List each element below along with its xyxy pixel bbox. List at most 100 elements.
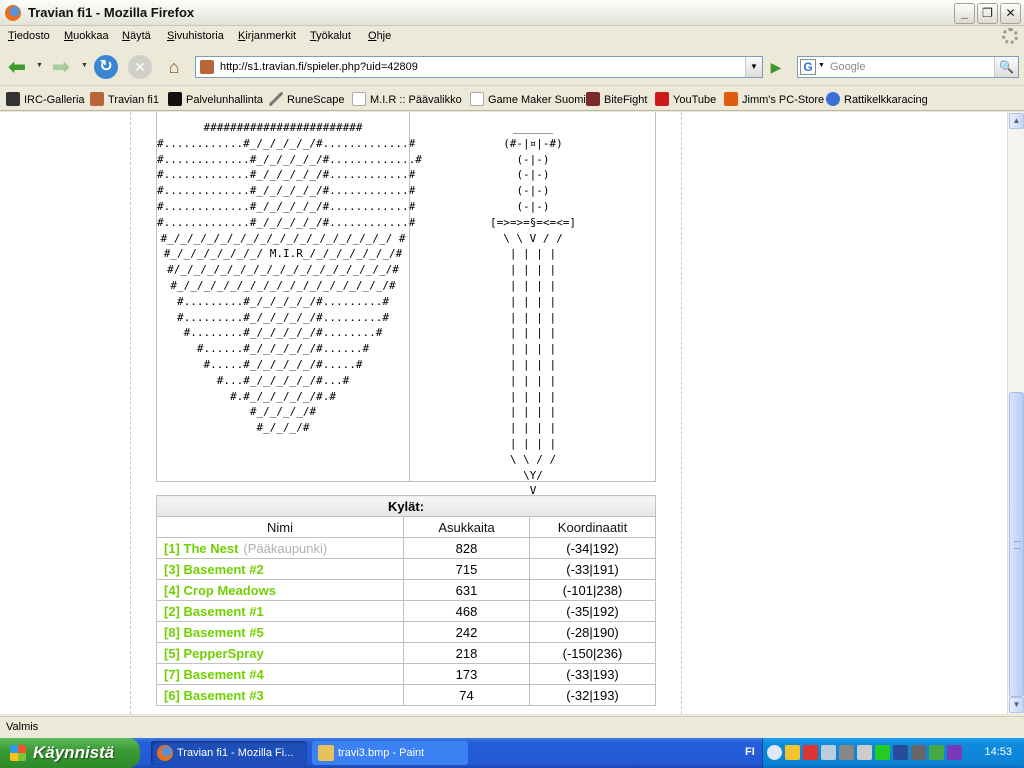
village-link[interactable]: [2] Basement #1 [164, 604, 264, 619]
url-text[interactable]: http://s1.travian.fi/spieler.php?uid=428… [220, 61, 418, 73]
village-link[interactable]: [4] Crop Meadows [164, 583, 276, 598]
village-link[interactable]: [3] Basement #2 [164, 562, 264, 577]
disconnected-icon[interactable] [839, 745, 854, 760]
bookmark-bitefight[interactable]: BiteFight [586, 92, 647, 106]
village-name-cell: [7] Basement #4 [156, 663, 404, 685]
menu-file[interactable]: Tiedosto [8, 30, 50, 42]
scroll-down-button[interactable]: ▼ [1009, 697, 1024, 713]
clock[interactable]: 14:53 [984, 746, 1012, 758]
table-row: [4] Crop Meadows 631 (-101|238) [156, 579, 656, 601]
village-link[interactable]: [5] PepperSpray [164, 646, 264, 661]
title-bar: Travian fi1 - Mozilla Firefox _ ❐ ✕ [0, 0, 1024, 26]
table-row: [5] PepperSpray 218 (-150|236) [156, 642, 656, 664]
maximize-button[interactable]: ❐ [977, 3, 998, 24]
village-link[interactable]: [7] Basement #4 [164, 667, 264, 682]
table-row: [8] Basement #5 242 (-28|190) [156, 621, 656, 643]
forward-button[interactable]: ➡ [48, 54, 74, 80]
home-button[interactable]: ⌂ [161, 54, 187, 80]
menu-tools[interactable]: Työkalut [310, 30, 351, 42]
driver-icon[interactable] [857, 745, 872, 760]
population-cell: 715 [403, 558, 530, 580]
site-favicon-icon [200, 60, 214, 74]
forward-history-dropdown[interactable]: ▼ [81, 62, 88, 69]
graphics-icon[interactable] [893, 745, 908, 760]
village-name-cell: [8] Basement #5 [156, 621, 404, 643]
system-tray: 14:53 [762, 738, 1024, 768]
scroll-grip-icon [1014, 541, 1021, 549]
update-icon[interactable] [929, 745, 944, 760]
start-label: Käynnistä [33, 743, 115, 762]
tray-expand-icon[interactable] [767, 745, 782, 760]
url-bar[interactable]: http://s1.travian.fi/spieler.php?uid=428… [195, 56, 763, 78]
bookmark-rattikelkkaracing[interactable]: Rattikelkkaracing [826, 92, 928, 106]
village-link[interactable]: [8] Basement #5 [164, 625, 264, 640]
menu-bookmarks[interactable]: Kirjanmerkit [238, 30, 296, 42]
start-button[interactable]: Käynnistä [0, 738, 140, 768]
bitefight-icon [586, 92, 600, 106]
page-content: ######################## #............#_… [0, 112, 1007, 714]
village-name-cell: [1] The Nest (Pääkaupunki) [156, 537, 404, 559]
villages-table: Kylät: Nimi Asukkaita Koordinaatit [1] T… [156, 495, 656, 706]
taskbar-item-paint[interactable]: travi3.bmp - Paint [312, 741, 468, 765]
monitor-icon[interactable] [911, 745, 926, 760]
menu-history[interactable]: Sivuhistoria [167, 30, 224, 42]
go-button[interactable]: ▶ [766, 58, 786, 76]
search-placeholder[interactable]: Google [830, 61, 865, 73]
bookmark-game-maker-suomi[interactable]: Game Maker Suomi [470, 92, 586, 106]
back-button[interactable]: ⬅ [4, 54, 30, 80]
population-cell: 74 [403, 684, 530, 706]
language-indicator[interactable]: FI [745, 746, 755, 758]
back-history-dropdown[interactable]: ▼ [36, 62, 43, 69]
bookmark-jimms-pc-store[interactable]: Jimm's PC-Store [724, 92, 824, 106]
firefox-icon [157, 745, 173, 761]
url-dropdown-button[interactable]: ▼ [745, 57, 762, 77]
menu-help[interactable]: Ohje [368, 30, 391, 42]
search-box[interactable]: G ▼ Google 🔍 [797, 56, 1019, 78]
bookmark-mir[interactable]: M.I.R :: Päävalikko [352, 92, 462, 106]
bookmark-palvelunhallinta[interactable]: Palvelunhallinta [168, 92, 263, 106]
messenger-icon[interactable] [947, 745, 962, 760]
population-cell: 218 [403, 642, 530, 664]
bookmark-runescape[interactable]: RuneScape [269, 92, 345, 106]
taskbar-item-firefox[interactable]: Travian fi1 - Mozilla Fi... [151, 741, 307, 765]
table-row: [6] Basement #3 74 (-32|193) [156, 684, 656, 706]
minimize-button[interactable]: _ [954, 3, 975, 24]
coordinates-cell: (-33|191) [529, 558, 656, 580]
capital-label: (Pääkaupunki) [243, 540, 328, 556]
menu-view[interactable]: Näytä [122, 30, 151, 42]
coordinates-cell: (-32|193) [529, 684, 656, 706]
volume-icon[interactable] [821, 745, 836, 760]
bookmark-irc-galleria[interactable]: IRC-Galleria [6, 92, 85, 106]
close-button[interactable]: ✕ [1000, 3, 1021, 24]
search-button[interactable]: 🔍 [994, 57, 1018, 77]
village-link[interactable]: [1] The Nest [164, 541, 238, 556]
network-icon[interactable] [803, 745, 818, 760]
vertical-scrollbar[interactable]: ▲ ▼ [1007, 112, 1024, 714]
stop-button[interactable]: ✕ [128, 55, 152, 79]
village-link[interactable]: [6] Basement #3 [164, 688, 264, 703]
population-cell: 828 [403, 537, 530, 559]
youtube-icon [655, 92, 669, 106]
reload-button[interactable]: ↻ [94, 55, 118, 79]
battery-icon[interactable] [875, 745, 890, 760]
bookmark-travian[interactable]: Travian fi1 [90, 92, 159, 106]
search-engine-dropdown[interactable]: ▼ [818, 62, 825, 69]
palvelunhallinta-icon [168, 92, 182, 106]
google-engine-icon[interactable]: G [800, 59, 816, 75]
security-shield-icon[interactable] [785, 745, 800, 760]
scroll-up-button[interactable]: ▲ [1009, 113, 1024, 129]
population-cell: 173 [403, 663, 530, 685]
bookmark-youtube[interactable]: YouTube [655, 92, 716, 106]
windows-logo-icon [10, 745, 26, 761]
throbber-icon [1002, 28, 1018, 44]
village-name-cell: [6] Basement #3 [156, 684, 404, 706]
coordinates-cell: (-34|192) [529, 537, 656, 559]
coordinates-cell: (-28|190) [529, 621, 656, 643]
village-name-cell: [5] PepperSpray [156, 642, 404, 664]
menu-edit[interactable]: Muokkaa [64, 30, 109, 42]
table-row: [2] Basement #1 468 (-35|192) [156, 600, 656, 622]
scroll-thumb[interactable] [1009, 392, 1024, 697]
village-name-cell: [2] Basement #1 [156, 600, 404, 622]
coordinates-cell: (-33|193) [529, 663, 656, 685]
firefox-icon [5, 5, 21, 21]
